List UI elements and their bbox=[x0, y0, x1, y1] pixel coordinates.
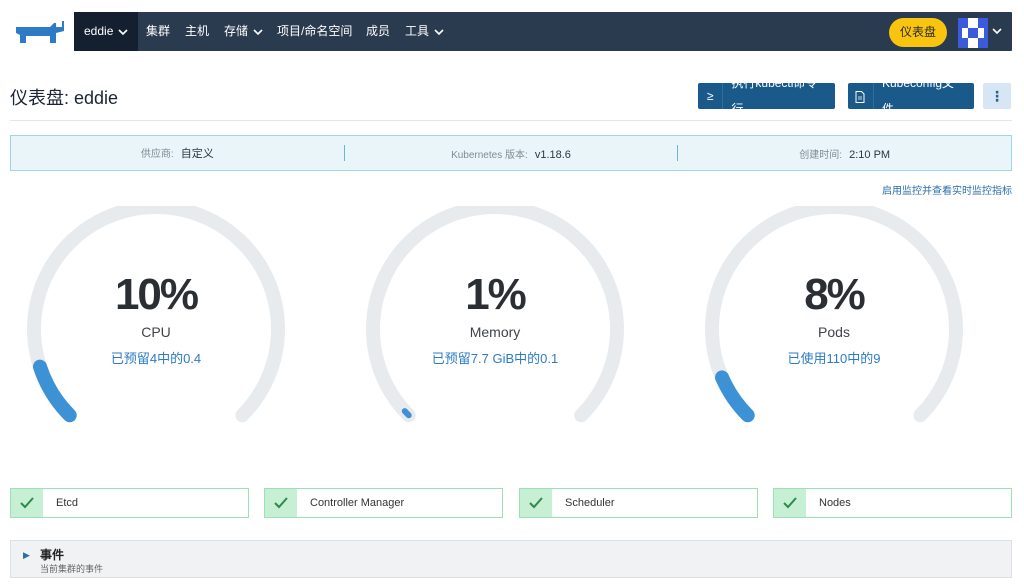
nav-item-members[interactable]: 成员 bbox=[356, 12, 400, 51]
gauge-percent: 10% bbox=[114, 270, 199, 319]
gauge-fill bbox=[715, 370, 755, 423]
nav-label: 主机 bbox=[185, 24, 210, 38]
gauge-cpu: 10% CPU 已预留4中的0.4 bbox=[16, 206, 296, 446]
gauge-label: CPU bbox=[141, 324, 171, 340]
cluster-info-banner: 供应商: 自定义 Kubernetes 版本: v1.18.6 创建时间: 2:… bbox=[10, 135, 1012, 171]
gauge-detail: 已使用110中的9 bbox=[787, 351, 881, 366]
k8s-key: Kubernetes 版本: bbox=[451, 149, 528, 161]
terminal-icon: ≥ bbox=[698, 83, 724, 109]
kubeconfig-button[interactable]: Kubeconfig文件 bbox=[848, 76, 974, 116]
chevron-down-icon bbox=[118, 28, 128, 35]
cluster-name: eddie bbox=[84, 24, 114, 38]
nav-label: 项目/命名空间 bbox=[277, 24, 353, 38]
health-scheduler: Scheduler bbox=[519, 488, 758, 518]
gauge-percent: 1% bbox=[465, 270, 527, 319]
more-vertical-icon: ⋮ bbox=[990, 88, 1004, 104]
nav-item-storage[interactable]: 存储 bbox=[214, 12, 273, 51]
gauge-detail: 已预留7.7 GiB中的0.1 bbox=[431, 351, 559, 366]
health-etcd: Etcd bbox=[10, 488, 249, 518]
gauge-label: Pods bbox=[818, 324, 850, 340]
provider-info: 供应商: 自定义 bbox=[11, 145, 344, 161]
gauge-fill bbox=[32, 359, 77, 423]
kubectl-label: 执行kubectl命令行 bbox=[731, 76, 818, 116]
chevron-down-icon bbox=[253, 28, 263, 35]
kubeconfig-label: Kubeconfig文件 bbox=[881, 76, 955, 116]
chevron-down-icon bbox=[434, 28, 444, 35]
health-controller-manager: Controller Manager bbox=[264, 488, 503, 518]
gauge-memory: 1% Memory 已预留7.7 GiB中的0.1 bbox=[355, 206, 635, 446]
user-avatar-icon[interactable] bbox=[958, 18, 988, 48]
check-icon bbox=[11, 489, 43, 517]
gauge-detail: 已预留4中的0.4 bbox=[110, 351, 202, 366]
gauge-label: Memory bbox=[469, 324, 521, 340]
events-title: 事件 bbox=[40, 548, 65, 562]
nav-item-hosts[interactable]: 主机 bbox=[175, 12, 219, 51]
created-time-info: 创建时间: 2:10 PM bbox=[678, 146, 1011, 161]
dashboard-button[interactable]: 仪表盘 bbox=[889, 18, 947, 47]
page-title: 仪表盘: eddie bbox=[10, 88, 119, 108]
main-navbar: eddie 集群 主机 存储 项目/命名空间 成员 工具 bbox=[74, 12, 1012, 51]
file-icon bbox=[848, 83, 874, 109]
chevron-down-icon[interactable] bbox=[992, 26, 1002, 36]
check-icon bbox=[520, 489, 552, 517]
check-icon bbox=[265, 489, 297, 517]
nav-label: 存储 bbox=[224, 24, 249, 38]
gauge-percent: 8% bbox=[804, 270, 866, 319]
nav-label: 工具 bbox=[405, 24, 430, 38]
health-label: Scheduler bbox=[565, 497, 615, 509]
check-icon bbox=[774, 489, 806, 517]
nav-label: 集群 bbox=[146, 24, 171, 38]
cluster-switcher[interactable]: eddie bbox=[74, 12, 139, 51]
health-label: Controller Manager bbox=[310, 497, 405, 509]
created-value: 2:10 PM bbox=[849, 148, 891, 161]
kubectl-button[interactable]: ≥ 执行kubectl命令行 bbox=[698, 76, 835, 116]
created-key: 创建时间: bbox=[799, 149, 843, 161]
header-divider bbox=[10, 120, 1012, 121]
k8s-value: v1.18.6 bbox=[534, 148, 571, 161]
nav-item-tools[interactable]: 工具 bbox=[395, 12, 454, 51]
more-actions-button[interactable]: ⋮ bbox=[983, 83, 1011, 109]
provider-value: 自定义 bbox=[180, 148, 214, 160]
top-bar: eddie 集群 主机 存储 项目/命名空间 成员 工具 仪表盘 bbox=[0, 0, 1024, 62]
nav-label: 成员 bbox=[366, 24, 391, 38]
events-panel[interactable]: ▶ 事件 当前集群的事件 bbox=[10, 540, 1012, 578]
gauge-fill bbox=[401, 408, 412, 419]
health-nodes: Nodes bbox=[773, 488, 1012, 518]
nav-item-clusters[interactable]: 集群 bbox=[136, 12, 180, 51]
health-label: Nodes bbox=[819, 497, 851, 509]
rancher-logo-icon[interactable] bbox=[10, 17, 66, 45]
expand-arrow-icon[interactable]: ▶ bbox=[23, 550, 30, 561]
provider-key: 供应商: bbox=[140, 149, 174, 160]
nav-item-projects[interactable]: 项目/命名空间 bbox=[267, 12, 362, 51]
kubernetes-version-info: Kubernetes 版本: v1.18.6 bbox=[345, 146, 678, 161]
health-label: Etcd bbox=[56, 497, 79, 509]
gauge-pods: 8% Pods 已使用110中的9 bbox=[694, 206, 974, 446]
events-subtitle: 当前集群的事件 bbox=[40, 564, 104, 574]
enable-monitoring-link[interactable]: 启用监控并查看实时监控指标 bbox=[882, 182, 1012, 197]
